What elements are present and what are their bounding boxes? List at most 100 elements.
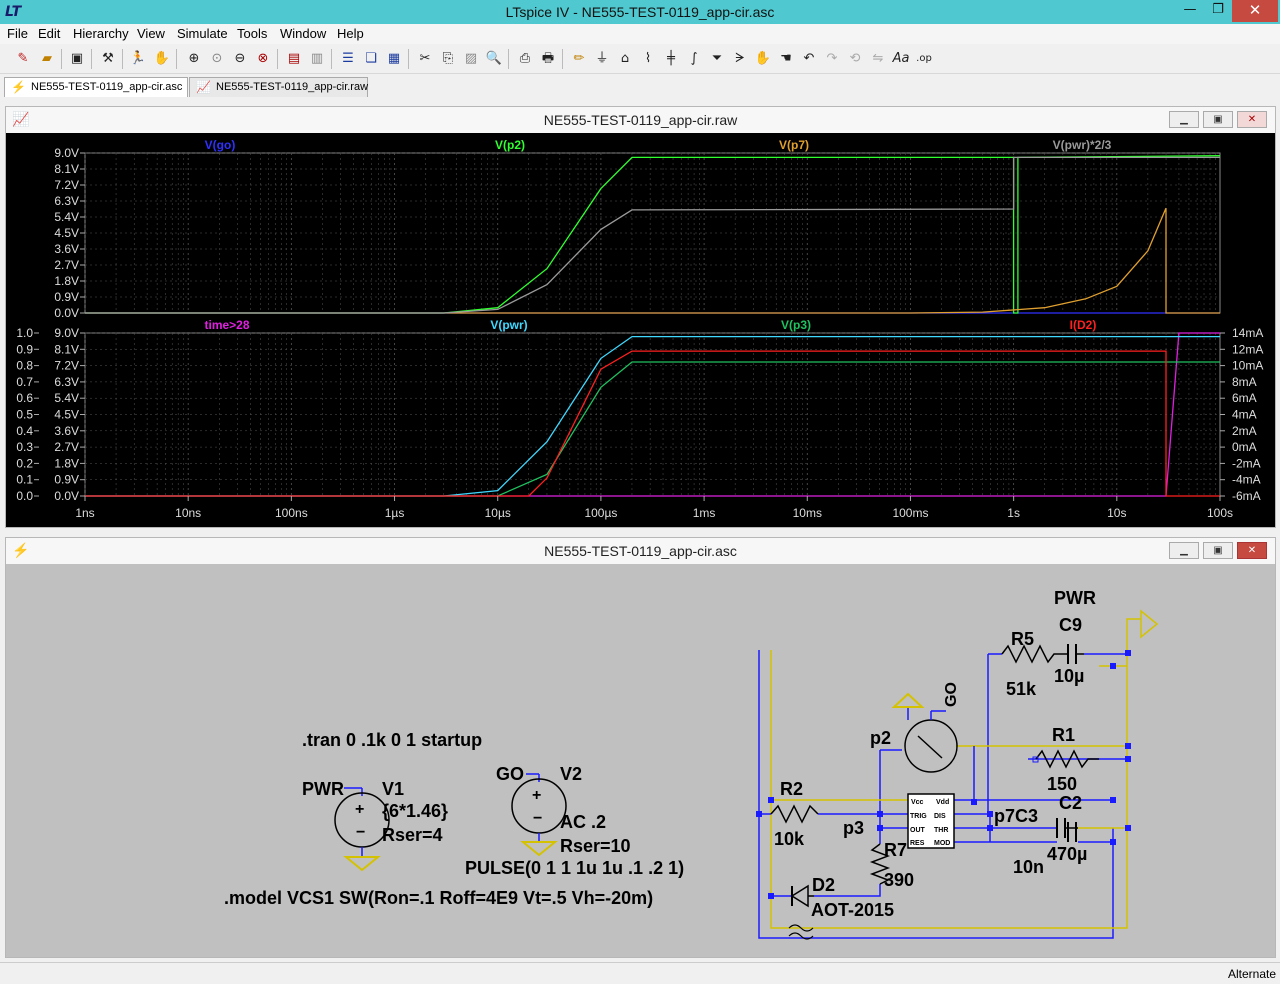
save-icon[interactable]: ▣ (67, 49, 87, 69)
v2-net-label[interactable]: GO (496, 764, 524, 784)
tab-label: NE555-TEST-0119_app-cir.asc (31, 81, 183, 93)
menu-view[interactable]: View (137, 26, 165, 41)
v2-ac-value[interactable]: AC .2 (560, 812, 606, 832)
c2-name[interactable]: C2 (1059, 793, 1082, 813)
r5-name[interactable]: R5 (1011, 629, 1034, 649)
v2-pulse[interactable]: PULSE(0 1 1 1u 1u .1 .2 1) (465, 858, 684, 878)
spice-directive-icon[interactable]: .op (914, 49, 934, 69)
new-schematic-icon[interactable]: ✎ (13, 49, 33, 69)
cut-icon[interactable]: ✂ (415, 49, 435, 69)
r7-value[interactable]: 390 (884, 870, 914, 890)
menu-tools[interactable]: Tools (237, 26, 267, 41)
v2-rser[interactable]: Rser=10 (560, 836, 631, 856)
d2-value[interactable]: AOT-2015 (811, 900, 894, 920)
c9-value[interactable]: 10µ (1054, 666, 1084, 686)
schematic-minimize-button[interactable]: ▁ (1169, 542, 1199, 559)
tile-horizontal-icon[interactable]: ☰ (338, 49, 358, 69)
draw-wire-icon[interactable]: ✏ (569, 49, 589, 69)
run-icon[interactable]: 🏃 (128, 49, 148, 69)
go-label[interactable]: GO (943, 682, 960, 707)
text-icon[interactable]: Aa (891, 49, 911, 69)
r7-name[interactable]: R7 (884, 840, 907, 860)
capacitor-icon[interactable]: ╪ (661, 49, 681, 69)
c3-value[interactable]: 10n (1013, 857, 1044, 877)
print-setup-icon[interactable]: ⎙ (515, 49, 535, 69)
p7-c3-label[interactable]: p7C3 (994, 806, 1038, 826)
resistor-icon[interactable]: ⌇ (638, 49, 658, 69)
find-icon[interactable]: 🔍 (484, 49, 504, 69)
label-net-icon[interactable]: ⌂ (615, 49, 635, 69)
diode-icon[interactable]: ⏷ (707, 49, 727, 69)
print-icon[interactable]: 🖶 (538, 49, 558, 69)
minimize-button[interactable]: — (1176, 0, 1204, 22)
undo-icon[interactable]: ↶ (799, 49, 819, 69)
waveform-plot[interactable]: 9.0V8.1V7.2V6.3V5.4V4.5V3.6V2.7V1.8V0.9V… (6, 133, 1275, 527)
cascade-icon[interactable]: ❏ (361, 49, 381, 69)
autorange-icon[interactable]: ▤ (284, 49, 304, 69)
ic-pin-trig: TRIG (910, 813, 927, 820)
schematic-canvas[interactable]: .tran 0 .1k 0 1 startup PWR + − V1 {6*1.… (6, 564, 1275, 957)
p3-net-label[interactable]: p3 (843, 818, 864, 838)
menu-help[interactable]: Help (337, 26, 364, 41)
move-icon[interactable]: ✋ (753, 49, 773, 69)
tran-directive[interactable]: .tran 0 .1k 0 1 startup (302, 730, 482, 750)
paste-icon[interactable]: ▨ (461, 49, 481, 69)
menu-file[interactable]: File (7, 26, 28, 41)
tab-schematic[interactable]: ⚡ NE555-TEST-0119_app-cir.asc (4, 77, 188, 97)
c2-value[interactable]: 470µ (1047, 844, 1087, 864)
r1-value[interactable]: 150 (1047, 774, 1077, 794)
zoom-fit-icon[interactable]: ⊗ (253, 49, 273, 69)
model-directive[interactable]: .model VCS1 SW(Ron=.1 Roff=4E9 Vt=.5 Vh=… (224, 888, 653, 908)
v1-rser[interactable]: Rser=4 (382, 825, 443, 845)
menu-hierarchy[interactable]: Hierarchy (73, 26, 129, 41)
pan-icon[interactable]: ⊙ (207, 49, 227, 69)
v1-name[interactable]: V1 (382, 779, 404, 799)
d2-diode[interactable] (790, 884, 809, 908)
pwr-net-label[interactable]: PWR (1054, 588, 1096, 608)
go-switch[interactable] (904, 719, 958, 773)
close-button[interactable]: ✕ (1232, 0, 1278, 22)
schematic-maximize-button[interactable]: ▣ (1203, 542, 1233, 559)
r2-name[interactable]: R2 (780, 779, 803, 799)
control-panel-icon[interactable]: ⚒ (98, 49, 118, 69)
r2-value[interactable]: 10k (774, 829, 805, 849)
redo-icon[interactable]: ↷ (822, 49, 842, 69)
restore-button[interactable]: ❐ (1204, 0, 1232, 22)
menu-simulate[interactable]: Simulate (177, 26, 228, 41)
r1-name[interactable]: R1 (1052, 725, 1075, 745)
ic-pin-res: RES (910, 840, 925, 847)
schematic-drawing[interactable]: .tran 0 .1k 0 1 startup PWR + − V1 {6*1.… (6, 564, 1275, 957)
menu-edit[interactable]: Edit (38, 26, 60, 41)
menu-window[interactable]: Window (280, 26, 326, 41)
x-tick-label: 100s (1207, 506, 1233, 520)
inductor-icon[interactable]: ∫ (684, 49, 704, 69)
drag-icon[interactable]: ☚ (776, 49, 796, 69)
v1-value[interactable]: {6*1.46} (382, 801, 448, 821)
zoom-out-icon[interactable]: ⊖ (230, 49, 250, 69)
fft-icon[interactable]: ▥ (307, 49, 327, 69)
pwr-flag-icon (1140, 609, 1159, 639)
component-icon[interactable]: ᗒ (730, 49, 750, 69)
p2-net-label[interactable]: p2 (870, 728, 891, 748)
waveform-plot-area[interactable]: 9.0V 8.1V 7.2V 6.3V 5.4V 4.5V 3.6V 2.7V 1.8V 0.9V… (6, 133, 1275, 527)
open-icon[interactable]: ▰ (37, 49, 57, 69)
halt-icon[interactable]: ✋ (152, 49, 172, 69)
waveform-maximize-button[interactable]: ▣ (1203, 111, 1233, 128)
mirror-icon[interactable]: ⇋ (868, 49, 888, 69)
waveform-minimize-button[interactable]: ▁ (1169, 111, 1199, 128)
v2-name[interactable]: V2 (560, 764, 582, 784)
waveform-close-button[interactable]: ✕ (1237, 111, 1267, 128)
r2-resistor[interactable] (770, 804, 819, 824)
c9-name[interactable]: C9 (1059, 615, 1082, 635)
copy-icon[interactable]: ⎘ (438, 49, 458, 69)
zoom-in-icon[interactable]: ⊕ (184, 49, 204, 69)
d2-name[interactable]: D2 (812, 875, 835, 895)
rotate-icon[interactable]: ⟲ (845, 49, 865, 69)
svg-text:−: − (356, 824, 365, 841)
tab-waveform[interactable]: 📈 NE555-TEST-0119_app-cir.raw (189, 77, 368, 97)
schematic-close-button[interactable]: ✕ (1237, 542, 1267, 559)
v1-net-label[interactable]: PWR (302, 779, 344, 799)
r5-value[interactable]: 51k (1006, 679, 1037, 699)
ground-icon[interactable]: ⏚ (592, 49, 612, 69)
tile-vertical-icon[interactable]: ▦ (384, 49, 404, 69)
